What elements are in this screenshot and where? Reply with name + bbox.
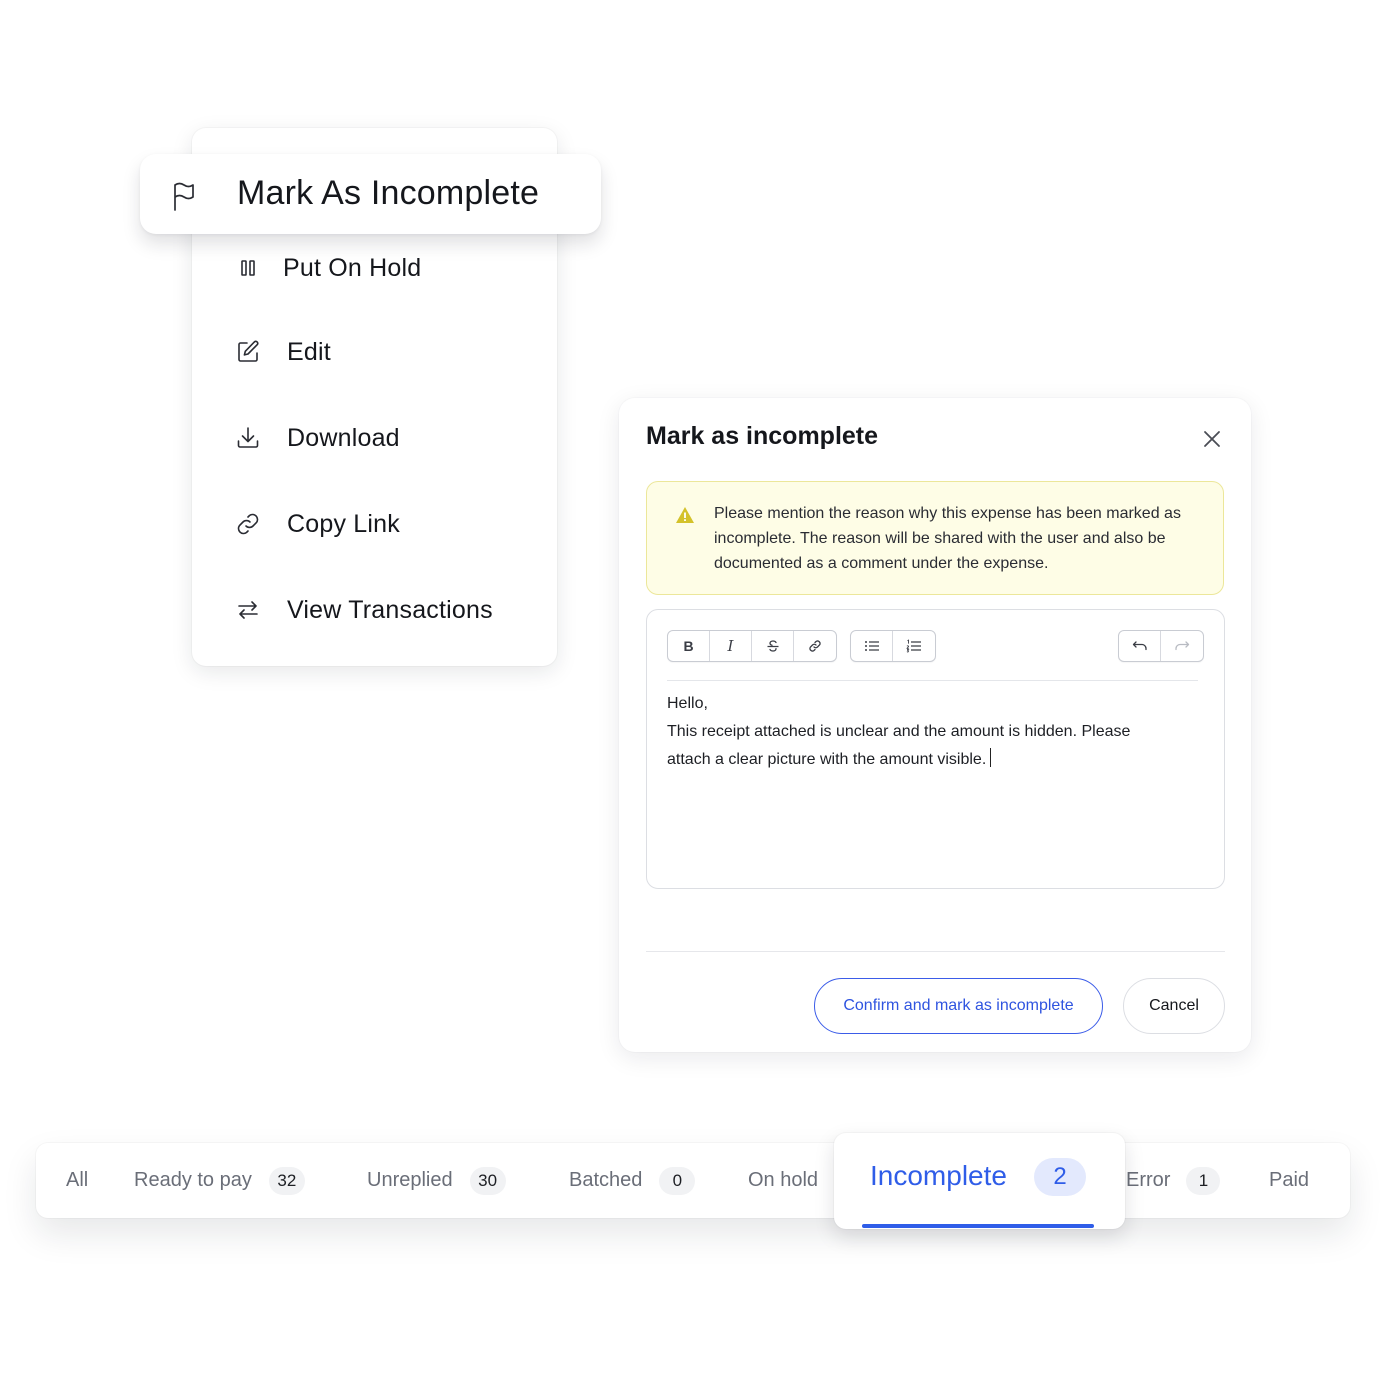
mark-incomplete-dialog: Mark as incomplete Please mention the re… bbox=[619, 398, 1251, 1052]
italic-icon: I bbox=[727, 637, 734, 655]
close-button[interactable] bbox=[1199, 426, 1225, 452]
transfer-icon bbox=[234, 596, 262, 624]
menu-item-label: Mark As Incomplete bbox=[237, 174, 540, 212]
menu-item-copy-link[interactable]: Copy Link bbox=[192, 494, 557, 554]
menu-item-view-transactions[interactable]: View Transactions bbox=[192, 580, 557, 640]
tab-batched[interactable]: Batched 0 bbox=[569, 1143, 696, 1218]
history-toolbar-group bbox=[1118, 630, 1204, 662]
tab-label: Batched bbox=[569, 1169, 643, 1191]
active-tab-indicator bbox=[862, 1224, 1094, 1228]
editor-line: attach a clear picture with the amount v… bbox=[667, 751, 987, 768]
strikethrough-icon bbox=[767, 640, 778, 652]
redo-icon bbox=[1175, 641, 1190, 651]
comment-editor[interactable]: B I Hello, This receipt attached is uncl… bbox=[646, 609, 1225, 889]
menu-item-label: Copy Link bbox=[287, 509, 400, 538]
list-toolbar-group bbox=[850, 630, 936, 662]
tab-count-badge: 1 bbox=[1186, 1166, 1221, 1195]
menu-item-label: Edit bbox=[287, 337, 331, 366]
bold-button[interactable]: B bbox=[668, 631, 710, 661]
editor-content[interactable]: Hello, This receipt attached is unclear … bbox=[667, 690, 1207, 774]
download-icon bbox=[234, 424, 262, 452]
text-caret bbox=[990, 748, 992, 767]
warning-icon bbox=[676, 507, 694, 523]
link-icon bbox=[809, 640, 821, 652]
dialog-title: Mark as incomplete bbox=[646, 422, 879, 450]
confirm-mark-incomplete-button[interactable]: Confirm and mark as incomplete bbox=[814, 978, 1103, 1034]
toolbar-divider bbox=[667, 680, 1198, 681]
format-toolbar-group: B I bbox=[667, 630, 837, 662]
tab-label: On hold bbox=[748, 1169, 819, 1191]
menu-item-mark-as-incomplete[interactable]: Mark As Incomplete bbox=[140, 154, 601, 234]
tab-label: Ready to pay bbox=[134, 1169, 252, 1191]
tab-label: Unreplied bbox=[367, 1169, 453, 1191]
redo-button[interactable] bbox=[1161, 631, 1203, 661]
bold-icon: B bbox=[683, 638, 694, 654]
tab-on-hold[interactable]: On hold bbox=[748, 1143, 818, 1218]
tab-ready-to-pay[interactable]: Ready to pay 32 bbox=[134, 1143, 305, 1218]
close-icon bbox=[1204, 431, 1220, 447]
flag-icon bbox=[170, 181, 200, 211]
tab-label: Incomplete bbox=[870, 1160, 1007, 1191]
cancel-button[interactable]: Cancel bbox=[1123, 978, 1225, 1034]
link-icon bbox=[234, 510, 262, 538]
tab-label: Error bbox=[1126, 1169, 1171, 1191]
numbered-list-button[interactable] bbox=[893, 631, 935, 661]
tab-all[interactable]: All bbox=[66, 1143, 88, 1218]
undo-icon bbox=[1132, 641, 1147, 651]
warning-alert: Please mention the reason why this expen… bbox=[646, 481, 1224, 595]
status-tabs: All Ready to pay 32 Unreplied 30 Batched… bbox=[36, 1143, 1350, 1218]
editor-line: This receipt attached is unclear and the… bbox=[667, 723, 1131, 740]
menu-item-download[interactable]: Download bbox=[192, 408, 557, 468]
numbered-list-icon bbox=[906, 639, 921, 653]
pause-icon bbox=[234, 254, 262, 282]
tab-unreplied[interactable]: Unreplied 30 bbox=[367, 1143, 506, 1218]
alert-text: Please mention the reason why this expen… bbox=[714, 505, 1181, 572]
edit-icon bbox=[234, 338, 262, 366]
menu-item-edit[interactable]: Edit bbox=[192, 322, 557, 382]
bullet-list-icon bbox=[864, 641, 879, 651]
editor-line: Hello, bbox=[667, 695, 708, 712]
link-button[interactable] bbox=[794, 631, 836, 661]
undo-button[interactable] bbox=[1119, 631, 1161, 661]
tab-error[interactable]: Error 1 bbox=[1126, 1143, 1221, 1218]
tab-count-badge: 32 bbox=[268, 1166, 305, 1195]
bullet-list-button[interactable] bbox=[851, 631, 893, 661]
menu-item-put-on-hold[interactable]: Put On Hold bbox=[192, 238, 557, 298]
menu-item-label: Download bbox=[287, 423, 400, 452]
menu-item-label: View Transactions bbox=[287, 595, 493, 624]
italic-button[interactable]: I bbox=[710, 631, 752, 661]
footer-divider bbox=[646, 951, 1225, 952]
tab-incomplete[interactable]: Incomplete 2 bbox=[834, 1133, 1125, 1229]
tab-count-badge: 0 bbox=[659, 1166, 696, 1195]
strikethrough-button[interactable] bbox=[752, 631, 794, 661]
tab-label: Paid bbox=[1269, 1169, 1310, 1191]
tab-paid[interactable]: Paid bbox=[1269, 1143, 1309, 1218]
tab-count-badge: 2 bbox=[1034, 1158, 1086, 1196]
menu-item-label: Put On Hold bbox=[283, 253, 422, 282]
tab-label: All bbox=[66, 1169, 89, 1191]
tab-count-badge: 30 bbox=[469, 1166, 506, 1195]
